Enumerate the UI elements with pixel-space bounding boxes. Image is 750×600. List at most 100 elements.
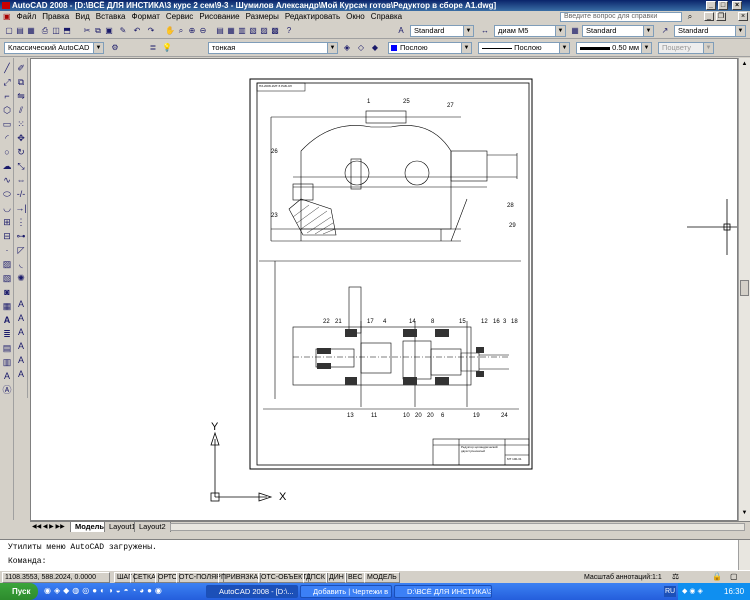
zoom-realtime-icon[interactable]: ⌕ <box>176 26 186 36</box>
coordinates-display[interactable]: 1108.3553, 588.2024, 0.0000 <box>2 572 110 583</box>
print-icon[interactable]: ⎙ <box>40 26 50 36</box>
region-icon[interactable]: ◙ <box>1 286 13 298</box>
properties-icon[interactable]: ▤ <box>215 26 225 36</box>
scale-icon[interactable]: ⤡ <box>15 160 27 172</box>
menu-window[interactable]: Окно <box>343 11 368 23</box>
designcenter-icon[interactable]: ▦ <box>226 26 236 36</box>
text-icon[interactable]: A <box>1 370 13 382</box>
zoom-previous-icon[interactable]: ⊖ <box>198 26 208 36</box>
layer-manager-icon[interactable]: ≣ <box>148 43 158 53</box>
point-icon[interactable]: · <box>1 244 13 256</box>
stack-icon[interactable]: ▤ <box>1 342 13 354</box>
dtext-icon[interactable]: A <box>15 312 27 324</box>
clean-screen-icon[interactable]: ▢ <box>730 572 738 581</box>
minimize-button[interactable]: _ <box>706 1 716 10</box>
redo-icon[interactable]: ↷ <box>146 26 156 36</box>
trim-icon[interactable]: -/- <box>15 188 27 200</box>
scroll-up-icon[interactable]: ▲ <box>740 59 749 69</box>
text-edit-icon[interactable]: Ⓐ <box>1 384 13 396</box>
scrollbar-thumb[interactable] <box>740 280 749 296</box>
erase-icon[interactable]: ✐ <box>15 62 27 74</box>
dim-style-select[interactable]: диам М5 ▼ <box>494 25 566 37</box>
array-icon[interactable]: ⁙ <box>15 118 27 130</box>
polygon-icon[interactable]: ⬡ <box>1 104 13 116</box>
rotate-icon[interactable]: ↻ <box>15 146 27 158</box>
task-explorer[interactable]: D:\ВСЁ ДЛЯ ИНСТИКА\3... <box>394 585 492 598</box>
extend-icon[interactable]: →| <box>15 202 27 214</box>
tray-icons[interactable]: ◆◉◈ <box>682 583 705 600</box>
annotation-scale-value[interactable]: 1:1 <box>652 573 662 583</box>
cut-icon[interactable]: ✂ <box>82 26 92 36</box>
mleader-style-select[interactable]: Standard ▼ <box>674 25 746 37</box>
table-icon[interactable]: ▦ <box>1 300 13 312</box>
toolpalettes-icon[interactable]: ▥ <box>237 26 247 36</box>
command-window[interactable]: Утилиты меню AutoCAD загружены. Команда: <box>0 539 750 570</box>
start-button[interactable]: Пуск <box>0 583 38 600</box>
table-style-select[interactable]: Standard ▼ <box>582 25 654 37</box>
lock-icon[interactable]: 🔒 <box>712 572 722 581</box>
command-prompt[interactable]: Команда: <box>8 557 46 566</box>
save-icon[interactable]: ▦ <box>26 26 36 36</box>
menu-icon[interactable]: ▣ <box>0 11 14 23</box>
maximize-button[interactable]: □ <box>718 1 728 10</box>
menu-format[interactable]: Формат <box>128 11 162 23</box>
text-style-select[interactable]: Standard ▼ <box>410 25 474 37</box>
workspace-settings-icon[interactable]: ⚙ <box>110 43 120 53</box>
new-icon[interactable]: ▢ <box>4 26 14 36</box>
language-indicator[interactable]: RU <box>664 586 676 597</box>
zoom-window-icon[interactable]: ⊕ <box>187 26 197 36</box>
menu-dimension[interactable]: Размеры <box>243 11 282 23</box>
menu-insert[interactable]: Вставка <box>93 11 129 23</box>
scale-text-icon[interactable]: A <box>15 354 27 366</box>
layer-select[interactable]: тонкая ▼ <box>208 42 338 54</box>
menu-file[interactable]: Файл <box>14 11 40 23</box>
stretch-icon[interactable]: ⇔ <box>15 174 27 186</box>
close-button[interactable]: × <box>732 1 742 10</box>
undo-icon[interactable]: ↶ <box>132 26 142 36</box>
text-style-tool-icon[interactable]: A <box>15 298 27 310</box>
task-browser[interactable]: Добавить | Чертежи в ... <box>300 585 392 598</box>
model-toggle[interactable]: МОДЕЛЬ <box>364 572 400 583</box>
doc-minimize-button[interactable]: _ <box>704 12 714 21</box>
publish-icon[interactable]: ⬒ <box>62 26 72 36</box>
ellipse-icon[interactable]: ⬭ <box>1 188 13 200</box>
mtext-icon[interactable]: A <box>1 314 13 326</box>
lweight-toggle[interactable]: ВЕС <box>345 572 366 583</box>
revcloud-icon[interactable]: ☁ <box>1 160 13 172</box>
mirror-icon[interactable]: ⇋ <box>15 90 27 102</box>
move-icon[interactable]: ✥ <box>15 132 27 144</box>
quicklaunch-icons[interactable]: ◉◈◆◍◎●◐◑◒◓◔◕●◉ <box>44 586 165 595</box>
osnap-toggle[interactable]: ПРИВЯЗКА <box>218 572 262 583</box>
insert-block-icon[interactable]: ⊞ <box>1 216 13 228</box>
markup-icon[interactable]: ▨ <box>259 26 269 36</box>
chamfer-icon[interactable]: ◸ <box>15 244 27 256</box>
help-icon[interactable]: ? <box>284 26 294 36</box>
command-scrollbar[interactable] <box>738 540 750 570</box>
join-icon[interactable]: ⊶ <box>15 230 27 242</box>
arc-icon[interactable]: ◜ <box>1 132 13 144</box>
construction-line-icon[interactable]: ⤢ <box>1 76 13 88</box>
rectangle-icon[interactable]: ▭ <box>1 118 13 130</box>
dyn-toggle[interactable]: ДИН <box>326 572 347 583</box>
ellipse-arc-icon[interactable]: ◡ <box>1 202 13 214</box>
task-autocad[interactable]: AutoCAD 2008 - [D:\... <box>206 585 298 598</box>
pan-icon[interactable]: ✋ <box>165 26 175 36</box>
spline-icon[interactable]: ∿ <box>1 174 13 186</box>
find-text-icon[interactable]: A <box>15 326 27 338</box>
spell-icon[interactable]: A <box>15 340 27 352</box>
offset-icon[interactable]: ⫽ <box>15 104 27 116</box>
line-icon[interactable]: ╱ <box>1 62 13 74</box>
layer-previous-icon[interactable]: ◇ <box>356 43 366 53</box>
make-block-icon[interactable]: ⊟ <box>1 230 13 242</box>
horizontal-scrollbar[interactable] <box>170 523 745 531</box>
ducs-toggle[interactable]: ДПСК <box>303 572 328 583</box>
calculator-icon[interactable]: ▩ <box>270 26 280 36</box>
doc-close-button[interactable]: × <box>738 12 748 21</box>
doc-restore-button[interactable]: ❐ <box>716 12 726 21</box>
menu-help[interactable]: Справка <box>368 11 405 23</box>
break-icon[interactable]: ⋮ <box>15 216 27 228</box>
gradient-icon[interactable]: ▧ <box>1 272 13 284</box>
color-select[interactable]: Послою ▼ <box>388 42 472 54</box>
vertical-scrollbar[interactable]: ▲ ▼ <box>738 58 750 521</box>
matchprop-icon[interactable]: ✎ <box>118 26 128 36</box>
